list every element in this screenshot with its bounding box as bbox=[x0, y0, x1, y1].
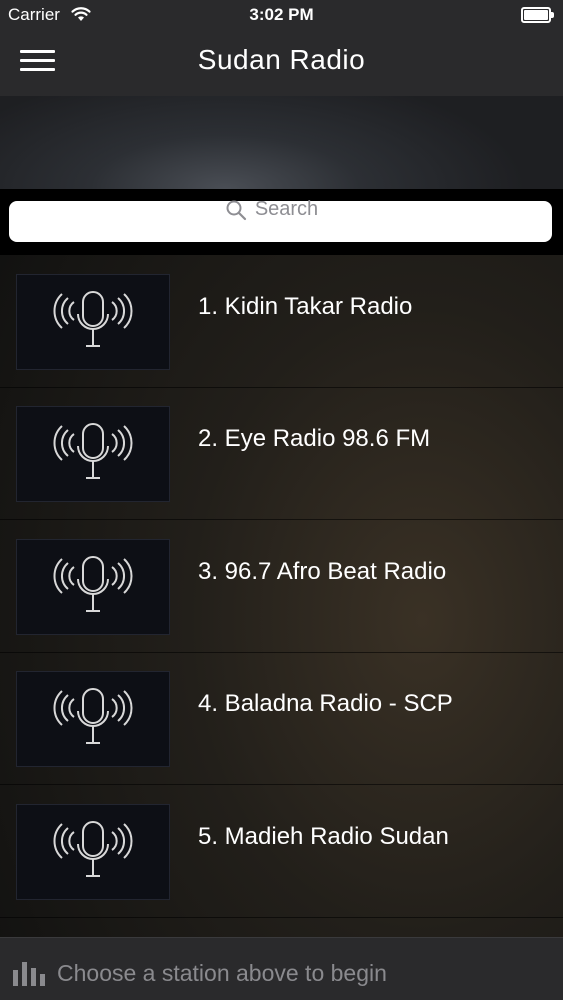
station-row[interactable]: 3. 96.7 Afro Beat Radio bbox=[0, 520, 563, 653]
station-row[interactable]: 4. Baladna Radio - SCP bbox=[0, 652, 563, 785]
microphone-broadcast-icon bbox=[53, 821, 133, 877]
battery-icon bbox=[521, 7, 554, 23]
station-thumbnail bbox=[16, 406, 170, 502]
station-thumbnail bbox=[16, 539, 170, 635]
station-name: 2. Eye Radio 98.6 FM bbox=[198, 425, 431, 452]
station-row[interactable]: 1. Kidin Takar Radio bbox=[0, 255, 563, 388]
search-bar: Search bbox=[0, 189, 563, 255]
station-name: 4. Baladna Radio - SCP bbox=[198, 690, 453, 717]
status-bar: Carrier 3:02 PM bbox=[0, 0, 563, 30]
microphone-broadcast-icon bbox=[53, 688, 133, 744]
search-input[interactable] bbox=[9, 201, 552, 242]
header-banner bbox=[0, 96, 563, 189]
equalizer-bars-icon bbox=[13, 962, 45, 986]
page-title: Sudan Radio bbox=[197, 44, 366, 75]
station-row[interactable]: 5. Madieh Radio Sudan bbox=[0, 785, 563, 918]
station-thumbnail bbox=[16, 671, 170, 767]
station-name: 3. 96.7 Afro Beat Radio bbox=[198, 558, 447, 585]
station-row[interactable]: 2. Eye Radio 98.6 FM bbox=[0, 387, 563, 520]
station-name: 5. Madieh Radio Sudan bbox=[198, 823, 449, 850]
station-thumbnail bbox=[16, 274, 170, 370]
player-bar[interactable]: Choose a station above to begin bbox=[0, 937, 563, 1000]
microphone-broadcast-icon bbox=[53, 291, 133, 347]
app-screen: Carrier 3:02 PM Sudan Radio Search 1. Ki… bbox=[0, 0, 563, 1000]
station-name: 1. Kidin Takar Radio bbox=[198, 293, 413, 320]
clock: 3:02 PM bbox=[249, 5, 314, 24]
microphone-broadcast-icon bbox=[53, 556, 133, 612]
station-thumbnail bbox=[16, 804, 170, 900]
player-status-text: Choose a station above to begin bbox=[57, 960, 387, 986]
navigation-bar: Carrier 3:02 PM Sudan Radio bbox=[0, 0, 563, 96]
microphone-broadcast-icon bbox=[53, 423, 133, 479]
